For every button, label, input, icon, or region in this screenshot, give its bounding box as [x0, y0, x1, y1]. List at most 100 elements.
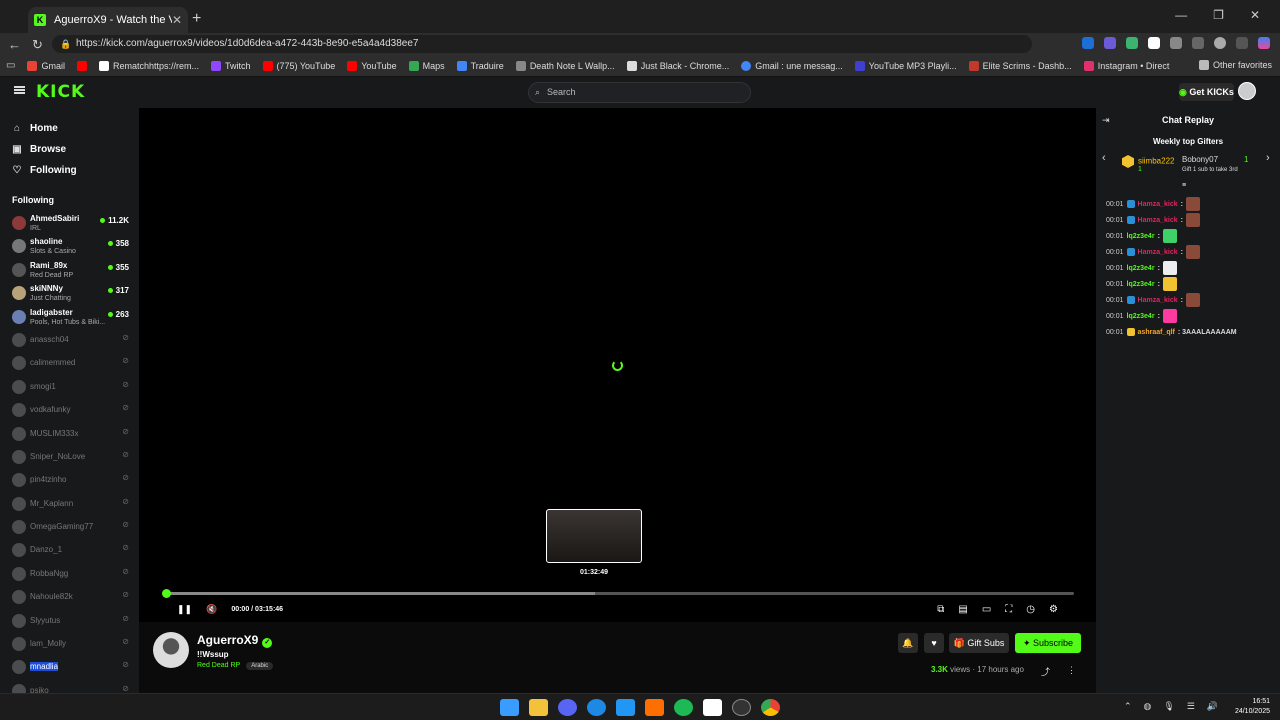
chat-message[interactable]: 00:01 Hamza_kick :	[1106, 244, 1276, 260]
bookmark-item[interactable]: Elite Scrims - Dashb...	[968, 60, 1072, 71]
chat-username[interactable]: Hamza_kick	[1138, 217, 1178, 224]
search-input[interactable]: ⌕ Search	[528, 82, 751, 103]
pause-icon[interactable]: ❚❚	[177, 604, 192, 615]
new-tab-icon[interactable]: +	[192, 10, 201, 28]
follow-button[interactable]: ♥	[924, 633, 944, 653]
bookmark-item[interactable]	[76, 60, 87, 71]
chat-username[interactable]: ashraaf_qlf	[1138, 329, 1175, 336]
site-info-icon[interactable]: 🔒	[60, 35, 71, 53]
top-gifter-1[interactable]: siimba222 1	[1122, 155, 1174, 173]
chat-username[interactable]: Hamza_kick	[1138, 201, 1178, 208]
gift-subs-button[interactable]: 🎁 Gift Subs	[949, 633, 1009, 653]
sidebar-channel-live[interactable]: shaoline Slots & Casino 358	[0, 234, 139, 257]
bookmark-item[interactable]: Twitch	[211, 60, 251, 71]
fullscreen-icon[interactable]: ⛶	[1005, 604, 1012, 615]
sidebar-channel-offline[interactable]: Sniper_NoLove ⊘	[0, 445, 139, 468]
app-icon[interactable]	[732, 699, 751, 716]
chat-message[interactable]: 00:01 Hamza_kick :	[1106, 196, 1276, 212]
chat-message[interactable]: 00:01 Hamza_kick :	[1106, 292, 1276, 308]
reading-list-icon[interactable]: ▭	[6, 60, 15, 71]
back-arrow-icon[interactable]: ←	[8, 37, 21, 52]
playback-speed-icon[interactable]: ◷	[1026, 604, 1035, 615]
mute-icon[interactable]: 🔇	[206, 604, 217, 615]
top-gifter-2[interactable]: Bobony07 1 Gift 1 sub to take 3rd	[1182, 155, 1248, 173]
sidebar-channel-live[interactable]: Rami_89x Red Dead RP 355	[0, 258, 139, 281]
store-icon[interactable]	[616, 699, 635, 716]
sidebar-channel-offline[interactable]: calimemmed ⊘	[0, 351, 139, 374]
bookmark-item[interactable]: Gmail	[27, 60, 65, 71]
pinned-toggle-icon[interactable]: ≡	[1182, 182, 1186, 189]
sidebar-item-browse[interactable]: ▣ Browse	[12, 139, 127, 160]
bookmark-item[interactable]: Maps	[408, 60, 445, 71]
chat-username[interactable]: lq2z3e4r	[1127, 313, 1155, 320]
wifi-icon[interactable]: ☰	[1187, 701, 1195, 712]
chat-message[interactable]: 00:01 Hamza_kick :	[1106, 212, 1276, 228]
favorites-icon[interactable]	[1192, 37, 1204, 49]
sidebar-item-following[interactable]: ♡ Following	[12, 160, 127, 181]
settings-gear-icon[interactable]: ⚙	[1049, 604, 1058, 615]
clip-icon[interactable]: ▤	[958, 604, 967, 615]
chat-username[interactable]: Hamza_kick	[1138, 297, 1178, 304]
edge-icon[interactable]	[587, 699, 606, 716]
clock[interactable]: 16:51 24/10/2025	[1235, 697, 1270, 717]
channel-name[interactable]: AguerroX9 ✓	[197, 633, 273, 648]
sidebar-channel-offline[interactable]: OmegaGaming77 ⊘	[0, 515, 139, 538]
chevron-right-icon[interactable]: ›	[1266, 152, 1270, 164]
chat-username[interactable]: lq2z3e4r	[1127, 265, 1155, 272]
chat-username[interactable]: lq2z3e4r	[1127, 233, 1155, 240]
volume-icon[interactable]: 🔊	[1207, 701, 1218, 712]
extension-icon[interactable]	[1104, 37, 1116, 49]
windows-start-icon[interactable]	[500, 699, 519, 716]
sidebar-channel-offline[interactable]: mnadlia ⊘	[0, 655, 139, 678]
sidebar-channel-offline[interactable]: lam_Molly ⊘	[0, 632, 139, 655]
theater-mode-icon[interactable]: ▭	[982, 604, 991, 615]
user-avatar[interactable]	[1238, 82, 1256, 100]
chrome-icon[interactable]	[761, 699, 780, 716]
network-icon[interactable]: ◍	[1144, 701, 1152, 712]
bookmark-item[interactable]: YouTube MP3 Playli...	[854, 60, 957, 71]
sidebar-channel-live[interactable]: ladigabster Pools, Hot Tubs & Biki... 26…	[0, 305, 139, 328]
share-icon[interactable]: ⤴	[1041, 665, 1050, 678]
chevron-left-icon[interactable]: ‹	[1102, 152, 1106, 164]
url-field[interactable]: 🔒 https://kick.com/aguerrox9/videos/1d0d…	[52, 35, 1032, 53]
channel-avatar[interactable]	[153, 632, 189, 668]
app-icon[interactable]	[703, 699, 722, 716]
bookmark-item[interactable]: (775) YouTube	[262, 60, 335, 71]
minimize-icon[interactable]: —	[1175, 8, 1187, 22]
mic-icon[interactable]: 🎙	[1163, 701, 1174, 712]
bookmark-item[interactable]: Rematchhttps://rem...	[98, 60, 199, 71]
more-menu-icon[interactable]	[1236, 37, 1248, 49]
menu-hamburger-icon[interactable]	[14, 86, 25, 94]
other-favorites[interactable]: Other favorites	[1198, 60, 1272, 70]
seek-bar[interactable]	[162, 589, 1074, 598]
language-tag[interactable]: Arabic	[246, 662, 274, 670]
extension-icon[interactable]	[1148, 37, 1160, 49]
bookmark-item[interactable]: Instagram • Direct	[1083, 60, 1169, 71]
discord-icon[interactable]	[558, 699, 577, 716]
browser-tab-active[interactable]: K AguerroX9 - Watch the VOD on Ki ✕	[28, 7, 188, 33]
reload-icon[interactable]: ↻	[32, 37, 43, 53]
file-explorer-icon[interactable]	[529, 699, 548, 716]
close-window-icon[interactable]: ✕	[1250, 8, 1260, 22]
stream-category[interactable]: Red Dead RP Arabic	[197, 662, 274, 670]
app-icon[interactable]	[645, 699, 664, 716]
bookmark-item[interactable]: Death Note L Wallp...	[515, 60, 615, 71]
sidebar-channel-offline[interactable]: RobbaNgg ⊘	[0, 562, 139, 585]
extension-icon[interactable]	[1082, 37, 1094, 49]
chat-message[interactable]: 00:01 lq2z3e4r :	[1106, 228, 1276, 244]
sidebar-channel-live[interactable]: skiNNNy Just Chatting 317	[0, 281, 139, 304]
kick-logo[interactable]: KICK	[36, 82, 85, 102]
chat-message[interactable]: 00:01 ashraaf_qlf : 3AAALAAAAAM	[1106, 324, 1276, 340]
copilot-icon[interactable]	[1258, 37, 1270, 49]
chat-message[interactable]: 00:01 lq2z3e4r :	[1106, 308, 1276, 324]
video-player[interactable]: 01:32:49 ❚❚ 🔇 00:00 / 03:15:46 ⧉ ▤ ▭ ⛶ ◷…	[139, 108, 1096, 622]
sidebar-channel-offline[interactable]: Danzo_1 ⊘	[0, 538, 139, 561]
sidebar-channel-offline[interactable]: Nahoule82k ⊘	[0, 585, 139, 608]
notification-bell-button[interactable]: 🔔	[898, 633, 918, 653]
sidebar-channel-offline[interactable]: pin4tzinho ⊘	[0, 468, 139, 491]
profile-icon[interactable]	[1214, 37, 1226, 49]
close-tab-icon[interactable]: ✕	[172, 13, 182, 27]
sidebar-item-home[interactable]: ⌂ Home	[12, 118, 127, 139]
chat-message[interactable]: 00:01 lq2z3e4r :	[1106, 260, 1276, 276]
sidebar-channel-offline[interactable]: vodkafunky ⊘	[0, 398, 139, 421]
